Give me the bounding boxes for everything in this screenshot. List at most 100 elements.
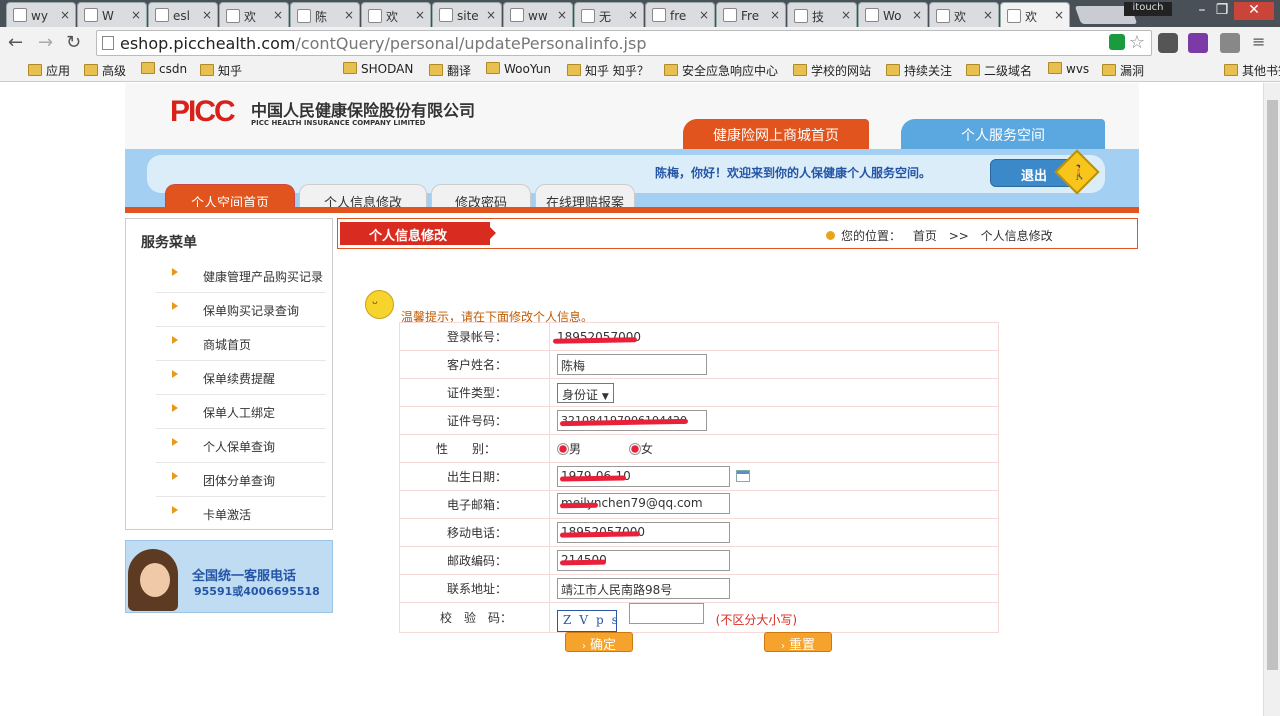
bookmark-item[interactable]: 翻译 — [429, 62, 471, 79]
tab-close-icon[interactable]: × — [1054, 8, 1064, 22]
page-icon — [102, 36, 114, 50]
tab-close-icon[interactable]: × — [344, 8, 354, 22]
back-icon[interactable]: ← — [8, 32, 23, 53]
bookmark-item[interactable]: 学校的网站 — [793, 62, 871, 79]
minimize-icon[interactable]: – — [1192, 2, 1212, 20]
browser-tab[interactable]: 技 × — [787, 2, 857, 27]
browser-tab[interactable]: 欢 × — [361, 2, 431, 27]
bookmark-item[interactable]: 高级 — [84, 62, 126, 79]
bookmark-item[interactable]: 持续关注 — [886, 62, 952, 79]
tab-close-icon[interactable]: × — [486, 8, 496, 22]
shield-extension-icon[interactable] — [1109, 34, 1125, 50]
sidebar-menu-item[interactable]: 个人保单查询 — [156, 429, 326, 463]
tab-close-icon[interactable]: × — [699, 8, 709, 22]
pocket-icon[interactable] — [1158, 33, 1178, 53]
gender-male-radio[interactable] — [557, 443, 569, 455]
maximize-icon[interactable]: ❐ — [1212, 2, 1232, 20]
bookmark-folder-icon — [886, 64, 900, 76]
browser-tab[interactable]: W × — [77, 2, 147, 27]
sidebar-menu-item[interactable]: 保单续费提醒 — [156, 361, 326, 395]
tab-close-icon[interactable]: × — [415, 8, 425, 22]
menu-icon[interactable]: ≡ — [1252, 32, 1265, 51]
bookmark-item[interactable]: 安全应急响应中心 — [664, 62, 778, 79]
url-input[interactable]: eshop.picchealth.com/contQuery/personal/… — [96, 30, 1152, 56]
address-input[interactable]: 靖江市人民南路98号 — [557, 578, 730, 599]
logout-button[interactable]: 退出 🚶 — [990, 149, 1100, 195]
browser-tab[interactable]: 欢 × — [929, 2, 999, 27]
bookmark-item[interactable]: wvs — [1048, 62, 1089, 76]
captcha-input[interactable] — [628, 603, 704, 624]
calendar-icon[interactable] — [736, 470, 750, 482]
bookmark-item[interactable]: 知乎 — [200, 62, 242, 79]
idtype-select[interactable]: 身份证 ▼ — [557, 382, 614, 403]
star-icon[interactable]: ☆ — [1129, 32, 1145, 53]
tab-personal-space[interactable]: 个人服务空间 — [901, 119, 1105, 150]
onenote-icon[interactable] — [1188, 33, 1208, 53]
browser-tab[interactable]: fre × — [645, 2, 715, 27]
extension-icon[interactable] — [1220, 33, 1240, 53]
browser-tab[interactable]: site × — [432, 2, 502, 27]
name-input[interactable]: 陈梅 — [557, 354, 707, 375]
idno-input[interactable]: 321084197906104420 — [557, 410, 707, 431]
confirm-button[interactable]: › 确定 — [565, 632, 633, 653]
tab-close-icon[interactable]: × — [628, 8, 638, 22]
scrollbar-thumb[interactable] — [1267, 100, 1278, 670]
url-host: eshop.picchealth.com — [120, 34, 296, 53]
bookmark-item[interactable]: WooYun — [486, 62, 551, 76]
idtype-label: 证件类型： — [399, 378, 550, 407]
browser-tab[interactable]: 欢 × — [219, 2, 289, 27]
captcha-image[interactable]: ZVps — [557, 610, 618, 632]
browser-tab[interactable]: 陈 × — [290, 2, 360, 27]
bookmark-item[interactable]: 漏洞 — [1102, 62, 1144, 79]
form-row-address: 联系地址： 靖江市人民南路98号 — [399, 574, 999, 603]
section-title: 个人信息修改 — [340, 222, 496, 245]
bookmark-item[interactable]: SHODAN — [343, 62, 413, 76]
tab-label: 技 — [812, 10, 825, 24]
bookmark-item[interactable]: csdn — [141, 62, 187, 76]
tab-mall-home[interactable]: 健康险网上商城首页 — [683, 119, 869, 150]
zip-input[interactable]: 214500 — [557, 550, 730, 571]
tab-close-icon[interactable]: × — [841, 8, 851, 22]
bookmark-item[interactable]: 知乎 知乎？ — [567, 62, 649, 79]
sidebar-menu-item[interactable]: 团体分单查询 — [156, 463, 326, 497]
tab-label: 欢 — [244, 10, 257, 24]
breadcrumb-home-link[interactable]: 首页 — [913, 229, 937, 243]
bookmark-item[interactable]: 二级域名 — [966, 62, 1032, 79]
browser-tab[interactable]: wy × — [6, 2, 76, 27]
page-scrollbar[interactable] — [1263, 83, 1280, 716]
form-row-email: 电子邮箱： meilynchen79@qq.com — [399, 490, 999, 519]
arrow-right-icon — [172, 472, 178, 480]
tab-close-icon[interactable]: × — [60, 8, 70, 22]
birth-input[interactable]: 1979-06-10 — [557, 466, 730, 487]
form-row-captcha: 校 验 码： ZVps (不区分大小写) — [399, 602, 999, 633]
sidebar-menu-item[interactable]: 健康管理产品购买记录 — [156, 259, 326, 293]
reload-icon[interactable]: ↻ — [66, 32, 81, 53]
sidebar-menu-item[interactable]: 保单购买记录查询 — [156, 293, 326, 327]
tab-close-icon[interactable]: × — [131, 8, 141, 22]
sidebar-menu-item[interactable]: 保单人工绑定 — [156, 395, 326, 429]
browser-tab[interactable]: ww × — [503, 2, 573, 27]
tab-close-icon[interactable]: × — [202, 8, 212, 22]
tab-close-icon[interactable]: × — [557, 8, 567, 22]
forward-icon[interactable]: → — [38, 32, 53, 53]
tab-close-icon[interactable]: × — [912, 8, 922, 22]
close-window-icon[interactable]: ✕ — [1234, 2, 1274, 20]
bookmark-item[interactable]: 其他书签 — [1224, 62, 1280, 79]
sidebar-menu-label: 保单续费提醒 — [203, 372, 276, 386]
browser-tab[interactable]: Wo × — [858, 2, 928, 27]
tab-close-icon[interactable]: × — [983, 8, 993, 22]
mobile-label: 移动电话： — [399, 518, 550, 547]
bookmark-item[interactable]: 应用 — [28, 62, 70, 79]
gender-female-radio[interactable] — [628, 443, 641, 455]
sidebar-menu-item[interactable]: 商城首页 — [156, 327, 326, 361]
browser-tab[interactable]: 无 × — [574, 2, 644, 27]
browser-tab[interactable]: Fre × — [716, 2, 786, 27]
email-input[interactable]: meilynchen79@qq.com — [557, 492, 730, 514]
reset-button[interactable]: › 重置 — [764, 632, 832, 653]
browser-tab[interactable]: 欢 × — [1000, 2, 1070, 28]
browser-tab[interactable]: esl × — [148, 2, 218, 27]
mobile-input[interactable]: 18952057000 — [557, 522, 730, 543]
tab-close-icon[interactable]: × — [770, 8, 780, 22]
tab-close-icon[interactable]: × — [273, 8, 283, 22]
sidebar-menu-item[interactable]: 卡单激活 — [156, 497, 326, 531]
